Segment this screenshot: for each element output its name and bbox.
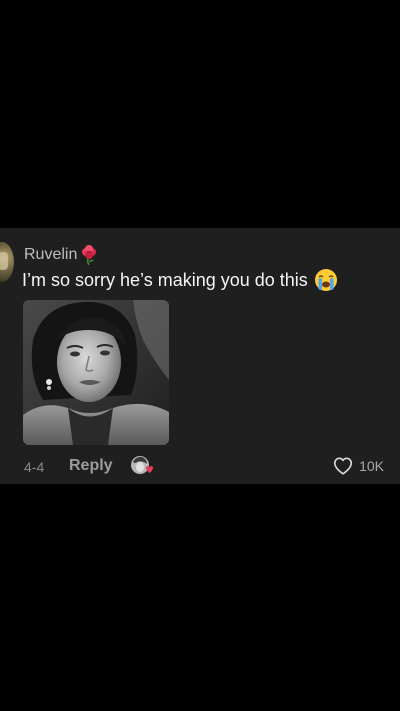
comment-card: Ruvelin I’m so sorry he’s making you do … [0,228,400,484]
heart-outline-icon[interactable] [332,455,354,477]
username-row: Ruvelin [24,244,99,266]
comment-actions: 4-4 Reply 10K [0,454,400,480]
creator-liked-avatar-icon [130,454,154,478]
comment-text-row: I’m so sorry he’s making you do this [22,268,338,292]
reply-button[interactable]: Reply [69,456,113,476]
woman-portrait-photo[interactable] [23,300,169,445]
comment-date: 4-4 [24,459,45,475]
rose-emoji-icon [79,245,99,266]
commenter-avatar[interactable] [0,242,14,282]
screen: Ruvelin I’m so sorry he’s making you do … [0,0,400,711]
avatar-image-detail [0,252,8,270]
like-button[interactable]: 10K [332,454,384,478]
comment-body: I’m so sorry he’s making you do this [22,270,308,290]
commenter-username[interactable]: Ruvelin [24,245,77,265]
loudly-crying-face-emoji-icon [314,268,338,292]
like-count: 10K [359,458,384,474]
